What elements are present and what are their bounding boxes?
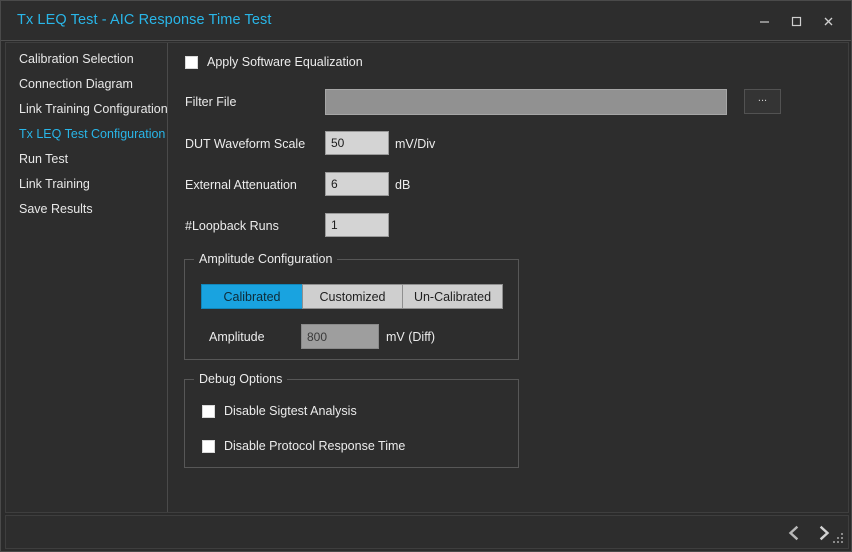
amplitude-configuration-group: Amplitude Configuration Calibrated Custo… — [184, 259, 519, 360]
footer-bar — [5, 515, 849, 549]
disable-protocol-response-time-label: Disable Protocol Response Time — [224, 439, 405, 453]
sidebar-item-tx-leq-test-configuration[interactable]: Tx LEQ Test Configuration — [19, 127, 165, 141]
disable-protocol-response-time-row[interactable]: Disable Protocol Response Time — [202, 439, 405, 453]
debug-options-group: Debug Options Disable Sigtest Analysis D… — [184, 379, 519, 468]
filter-file-label: Filter File — [185, 95, 236, 109]
minimize-icon[interactable] — [749, 9, 779, 33]
loopback-runs-input[interactable] — [325, 213, 389, 237]
main-panel: Apply Software Equalization Filter File … — [169, 43, 848, 512]
amplitude-mode-calibrated[interactable]: Calibrated — [201, 284, 303, 309]
apply-software-equalization-row[interactable]: Apply Software Equalization — [185, 55, 363, 69]
disable-protocol-response-time-checkbox[interactable] — [202, 440, 215, 453]
disable-sigtest-analysis-row[interactable]: Disable Sigtest Analysis — [202, 404, 357, 418]
maximize-icon[interactable] — [781, 9, 811, 33]
resize-grip-icon[interactable] — [832, 532, 845, 545]
amplitude-mode-selector: Calibrated Customized Un-Calibrated — [201, 284, 503, 309]
sidebar-item-save-results[interactable]: Save Results — [19, 202, 93, 216]
filter-file-browse-button[interactable]: ... — [744, 89, 781, 114]
amplitude-label: Amplitude — [209, 330, 265, 344]
external-attenuation-label: External Attenuation — [185, 178, 297, 192]
amplitude-input[interactable] — [301, 324, 379, 349]
chevron-left-icon[interactable] — [782, 521, 806, 545]
sidebar-item-connection-diagram[interactable]: Connection Diagram — [19, 77, 133, 91]
amplitude-mode-customized[interactable]: Customized — [302, 284, 403, 309]
content-area: Calibration Selection Connection Diagram… — [5, 42, 849, 513]
sidebar-item-link-training-configuration[interactable]: Link Training Configuration — [19, 102, 168, 116]
dut-waveform-scale-input[interactable] — [325, 131, 389, 155]
window-title: Tx LEQ Test - AIC Response Time Test — [17, 12, 272, 28]
disable-sigtest-analysis-label: Disable Sigtest Analysis — [224, 404, 357, 418]
external-attenuation-unit: dB — [395, 178, 410, 192]
amplitude-mode-un-calibrated[interactable]: Un-Calibrated — [402, 284, 503, 309]
amplitude-unit: mV (Diff) — [386, 330, 435, 344]
close-icon[interactable] — [813, 9, 843, 33]
debug-options-title: Debug Options — [194, 372, 287, 386]
dut-waveform-scale-label: DUT Waveform Scale — [185, 137, 305, 151]
apply-software-equalization-checkbox[interactable] — [185, 56, 198, 69]
sidebar-navigation: Calibration Selection Connection Diagram… — [6, 43, 168, 512]
title-bar: Tx LEQ Test - AIC Response Time Test — [1, 1, 852, 41]
amplitude-configuration-title: Amplitude Configuration — [194, 252, 337, 266]
application-window: Tx LEQ Test - AIC Response Time Test Cal… — [0, 0, 852, 552]
filter-file-input[interactable] — [325, 89, 727, 115]
disable-sigtest-analysis-checkbox[interactable] — [202, 405, 215, 418]
external-attenuation-input[interactable] — [325, 172, 389, 196]
sidebar-item-link-training[interactable]: Link Training — [19, 177, 90, 191]
loopback-runs-label: #Loopback Runs — [185, 219, 279, 233]
sidebar-item-calibration-selection[interactable]: Calibration Selection — [19, 52, 134, 66]
apply-software-equalization-label: Apply Software Equalization — [207, 55, 363, 69]
dut-waveform-scale-unit: mV/Div — [395, 137, 435, 151]
sidebar-item-run-test[interactable]: Run Test — [19, 152, 68, 166]
